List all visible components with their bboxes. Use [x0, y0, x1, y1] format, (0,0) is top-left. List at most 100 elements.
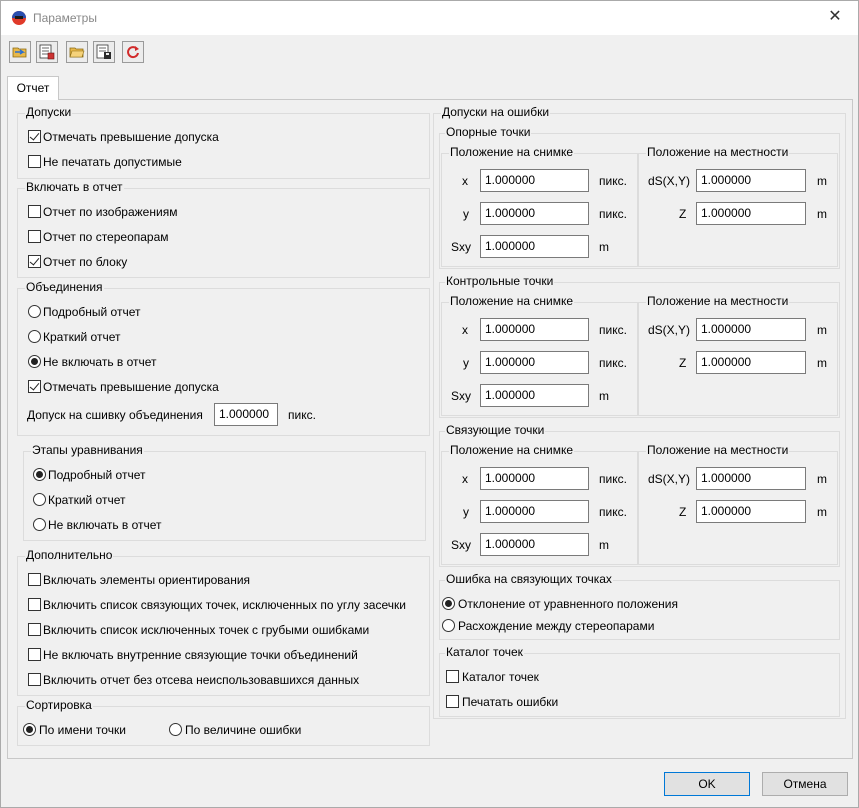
include-orientation-checkbox[interactable]: [28, 573, 41, 586]
catalog-points-checkbox[interactable]: [446, 670, 459, 683]
print-errors-checkbox[interactable]: [446, 695, 459, 708]
report-images-checkbox[interactable]: [28, 205, 41, 218]
check-z-unit: m: [817, 356, 827, 370]
report-no-filter-checkbox[interactable]: [28, 673, 41, 686]
tie-x-unit: пикс.: [599, 472, 627, 486]
sort-by-name-radio[interactable]: [23, 723, 36, 736]
control-z-label: Z: [679, 207, 687, 221]
control-sxy-label: Sxy: [451, 240, 472, 254]
tie-z-label: Z: [679, 505, 687, 519]
open-folder-icon[interactable]: [66, 41, 88, 63]
tie-z-input[interactable]: 1.000000: [696, 500, 806, 523]
include-orientation-label: Включать элементы ориентирования: [43, 573, 251, 587]
stages-group-title: Этапы уравнивания: [31, 443, 144, 457]
control-y-label: y: [463, 207, 469, 221]
control-z-input[interactable]: 1.000000: [696, 202, 806, 225]
report-stereopairs-label: Отчет по стереопарам: [43, 230, 169, 244]
print-errors-label: Печатать ошибки: [462, 695, 559, 709]
tie-sxy-unit: m: [599, 538, 609, 552]
tie-image-position-title: Положение на снимке: [449, 443, 575, 457]
control-x-input[interactable]: 1.000000: [480, 169, 589, 192]
tie-y-unit: пикс.: [599, 505, 627, 519]
merges-detailed-radio[interactable]: [28, 305, 41, 318]
check-x-input[interactable]: 1.000000: [480, 318, 589, 341]
report-images-label: Отчет по изображениям: [43, 205, 178, 219]
exclude-internal-tie-checkbox[interactable]: [28, 648, 41, 661]
no-print-allowed-label: Не печатать допустимые: [43, 155, 182, 169]
save-floppy-icon[interactable]: [93, 41, 115, 63]
tie-x-input[interactable]: 1.000000: [480, 467, 589, 490]
stages-exclude-radio[interactable]: [33, 518, 46, 531]
tie-error-deviation-radio[interactable]: [442, 597, 455, 610]
stages-brief-label: Краткий отчет: [48, 493, 126, 507]
stages-exclude-label: Не включать в отчет: [48, 518, 162, 532]
merges-exclude-radio[interactable]: [28, 355, 41, 368]
merges-group-title: Объединения: [25, 280, 104, 294]
no-print-allowed-checkbox[interactable]: [28, 155, 41, 168]
merges-mark-excess-label: Отмечать превышение допуска: [43, 380, 219, 394]
include-angle-excluded-label: Включить список связующих точек, исключе…: [43, 598, 406, 612]
merges-brief-radio[interactable]: [28, 330, 41, 343]
ok-button[interactable]: OK: [664, 772, 750, 796]
title-bar: Параметры ✕: [1, 1, 858, 35]
tie-error-stereopairs-radio[interactable]: [442, 619, 455, 632]
include-gross-errors-label: Включить список исключенных точек с груб…: [43, 623, 370, 637]
check-ds-input[interactable]: 1.000000: [696, 318, 806, 341]
tie-error-title: Ошибка на связующих точках: [445, 572, 613, 586]
save-list-icon[interactable]: [36, 41, 58, 63]
refresh-icon[interactable]: [122, 41, 144, 63]
report-stereopairs-checkbox[interactable]: [28, 230, 41, 243]
stitch-tolerance-input[interactable]: 1.000000: [214, 403, 278, 426]
catalog-group-title: Каталог точек: [445, 645, 524, 659]
control-x-unit: пикс.: [599, 174, 627, 188]
check-ds-label: dS(X,Y): [648, 323, 691, 337]
tie-sxy-input[interactable]: 1.000000: [480, 533, 589, 556]
close-icon[interactable]: ✕: [812, 1, 858, 35]
control-ds-input[interactable]: 1.000000: [696, 169, 806, 192]
check-sxy-input[interactable]: 1.000000: [480, 384, 589, 407]
extra-group-title: Дополнительно: [25, 548, 114, 562]
stages-detailed-label: Подробный отчет: [48, 468, 146, 482]
window-title: Параметры: [33, 11, 97, 25]
stages-brief-radio[interactable]: [33, 493, 46, 506]
check-z-label: Z: [679, 356, 687, 370]
tie-ds-unit: m: [817, 472, 827, 486]
sort-by-error-radio[interactable]: [169, 723, 182, 736]
control-y-input[interactable]: 1.000000: [480, 202, 589, 225]
stages-detailed-radio[interactable]: [33, 468, 46, 481]
merges-mark-excess-checkbox[interactable]: [28, 380, 41, 393]
sort-by-name-label: По имени точки: [39, 723, 126, 737]
check-points-title: Контрольные точки: [445, 274, 555, 288]
control-sxy-input[interactable]: 1.000000: [480, 235, 589, 258]
tolerances-group: [17, 113, 430, 179]
tie-x-label: x: [462, 472, 468, 486]
check-image-position-title: Положение на снимке: [449, 294, 575, 308]
include-gross-errors-checkbox[interactable]: [28, 623, 41, 636]
mark-excess-checkbox[interactable]: [28, 130, 41, 143]
report-block-label: Отчет по блоку: [43, 255, 128, 269]
tie-error-stereopairs-label: Расхождение между стереопарами: [458, 619, 655, 633]
sort-group-title: Сортировка: [25, 698, 93, 712]
control-points-title: Опорные точки: [445, 125, 532, 139]
tie-ds-label: dS(X,Y): [648, 472, 691, 486]
tie-points-title: Связующие точки: [445, 423, 546, 437]
error-tolerances-title: Допуски на ошибки: [441, 105, 551, 119]
include-angle-excluded-checkbox[interactable]: [28, 598, 41, 611]
report-block-checkbox[interactable]: [28, 255, 41, 268]
control-sxy-unit: m: [599, 240, 609, 254]
stitch-tolerance-unit: пикс.: [288, 408, 316, 422]
exclude-internal-tie-label: Не включать внутренние связующие точки о…: [43, 648, 358, 662]
tie-y-input[interactable]: 1.000000: [480, 500, 589, 523]
cancel-button[interactable]: Отмена: [762, 772, 848, 796]
open-folder-arrow-icon[interactable]: [9, 41, 31, 63]
check-x-unit: пикс.: [599, 323, 627, 337]
tab-report[interactable]: Отчет: [7, 76, 59, 100]
check-ds-unit: m: [817, 323, 827, 337]
check-z-input[interactable]: 1.000000: [696, 351, 806, 374]
check-sxy-label: Sxy: [451, 389, 472, 403]
control-ground-position-title: Положение на местности: [646, 145, 790, 159]
check-y-input[interactable]: 1.000000: [480, 351, 589, 374]
tie-ds-input[interactable]: 1.000000: [696, 467, 806, 490]
include-group-title: Включать в отчет: [25, 180, 124, 194]
control-z-unit: m: [817, 207, 827, 221]
